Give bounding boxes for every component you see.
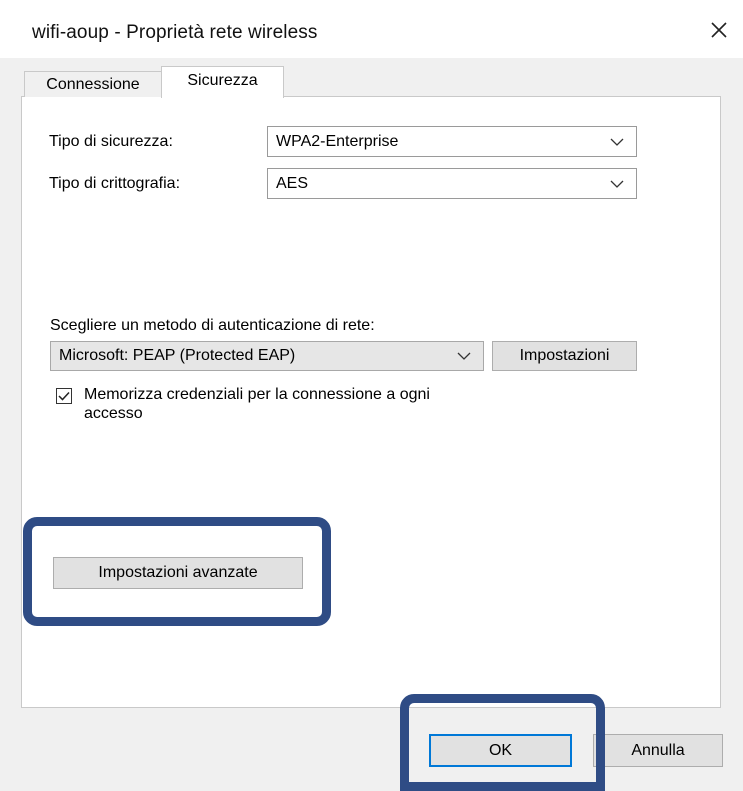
close-icon <box>711 22 727 38</box>
chevron-down-icon <box>610 180 624 188</box>
remember-credentials-checkbox[interactable] <box>56 388 72 404</box>
security-type-select[interactable]: WPA2-Enterprise <box>267 126 637 157</box>
advanced-settings-button[interactable]: Impostazioni avanzate <box>53 557 303 589</box>
encryption-type-select[interactable]: AES <box>267 168 637 199</box>
auth-method-value: Microsoft: PEAP (Protected EAP) <box>59 347 296 364</box>
auth-settings-button[interactable]: Impostazioni <box>492 341 637 371</box>
encryption-type-label: Tipo di crittografia: <box>49 175 181 192</box>
close-button[interactable] <box>701 12 737 48</box>
security-type-label: Tipo di sicurezza: <box>49 133 173 150</box>
remember-credentials-label: Memorizza credenziali per la connessione… <box>84 385 430 423</box>
tab-connessione[interactable]: Connessione <box>24 71 162 97</box>
auth-method-select[interactable]: Microsoft: PEAP (Protected EAP) <box>50 341 484 371</box>
remember-credentials-label-line1: Memorizza credenziali per la connessione… <box>84 386 430 403</box>
tab-sicurezza[interactable]: Sicurezza <box>161 66 284 98</box>
security-type-value: WPA2-Enterprise <box>276 132 399 150</box>
remember-credentials-label-line2: accesso <box>84 405 143 422</box>
cancel-button[interactable]: Annulla <box>593 734 723 767</box>
chevron-down-icon <box>457 352 471 360</box>
chevron-down-icon <box>610 138 624 146</box>
checkmark-icon <box>58 391 70 401</box>
auth-method-label: Scegliere un metodo di autenticazione di… <box>50 317 375 334</box>
window-title: wifi-aoup - Proprietà rete wireless <box>32 22 318 43</box>
ok-button[interactable]: OK <box>429 734 572 767</box>
encryption-type-value: AES <box>276 174 309 192</box>
